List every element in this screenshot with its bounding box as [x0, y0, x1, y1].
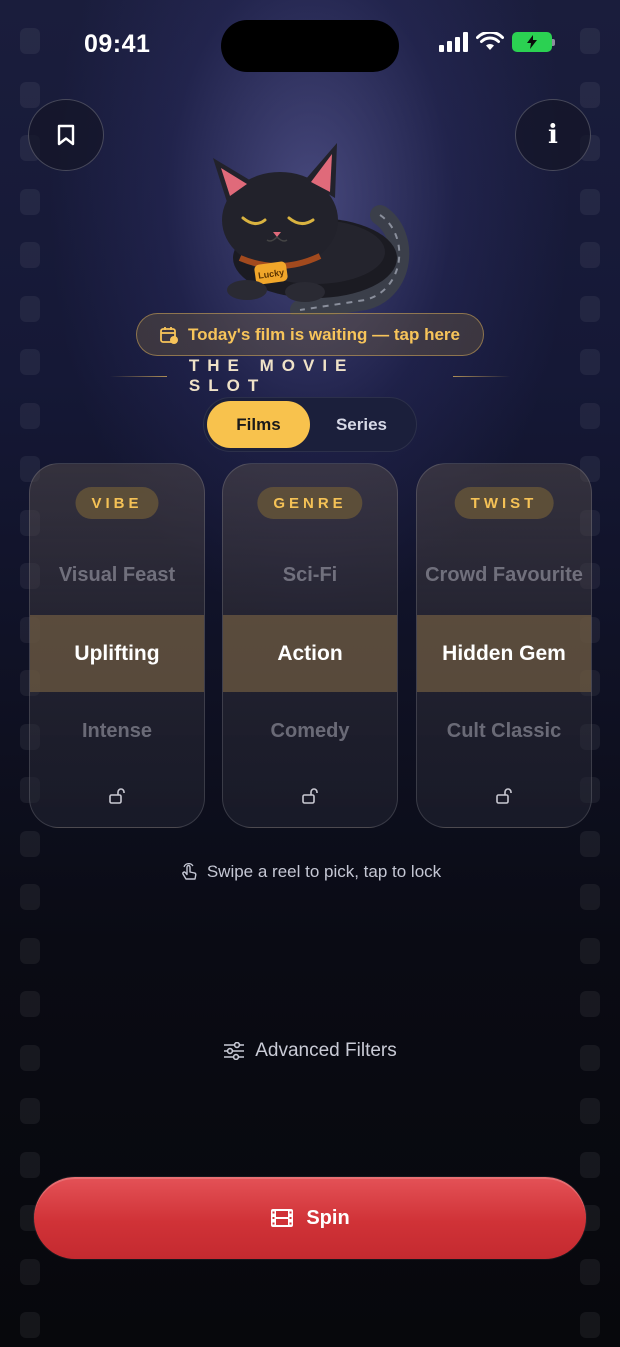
app-screen: 09:41 i Lucky Today's film is waiting — …	[0, 0, 620, 1347]
unlock-icon[interactable]	[108, 787, 126, 805]
sprocket-hole	[580, 402, 600, 429]
title-row: THE MOVIE SLOT	[110, 356, 510, 395]
dynamic-island	[221, 20, 399, 72]
cat-mascot-image: Lucky	[213, 143, 410, 315]
title-divider-left	[110, 375, 167, 377]
sprocket-hole	[580, 991, 600, 1017]
sprocket-hole	[20, 1258, 40, 1285]
film-icon	[271, 1209, 294, 1227]
sprocket-hole	[580, 1151, 600, 1178]
cellular-signal-icon	[439, 32, 468, 52]
sprocket-hole	[580, 1098, 600, 1124]
spin-label: Spin	[306, 1206, 350, 1229]
banner-text: Today's film is waiting — tap here	[188, 324, 460, 344]
info-icon: i	[548, 120, 558, 150]
sprocket-hole	[580, 188, 600, 215]
unlock-icon[interactable]	[301, 787, 319, 805]
sprocket-hole	[20, 937, 40, 964]
tab-films[interactable]: Films	[207, 401, 310, 448]
sprocket-hole	[20, 242, 40, 268]
sprocket-hole	[20, 1098, 40, 1124]
sprocket-hole	[20, 295, 40, 322]
reel-option-above[interactable]: Sci-Fi	[223, 564, 397, 587]
sprocket-hole	[20, 830, 40, 857]
sprocket-hole	[580, 81, 600, 108]
reel-option-selected[interactable]: Uplifting	[30, 615, 204, 692]
reel-option-above[interactable]: Visual Feast	[30, 564, 204, 587]
reel-label: VIBE	[75, 487, 159, 519]
sprocket-hole	[20, 884, 40, 910]
sprocket-hole	[580, 830, 600, 857]
reel-vibe[interactable]: VIBE Visual Feast Uplifting Intense	[29, 463, 205, 828]
sprocket-hole	[20, 28, 40, 54]
daily-film-banner[interactable]: Today's film is waiting — tap here	[136, 313, 484, 356]
tap-gesture-icon	[182, 863, 197, 880]
sprocket-hole	[580, 349, 600, 375]
sprocket-hole	[20, 402, 40, 429]
reel-option-above[interactable]: Crowd Favourite	[417, 564, 591, 587]
tab-series[interactable]: Series	[310, 401, 413, 448]
sprocket-hole	[580, 295, 600, 322]
bookmark-button[interactable]	[28, 99, 104, 171]
spin-button[interactable]: Spin	[34, 1177, 586, 1259]
status-time: 09:41	[84, 30, 151, 58]
reel-label: GENRE	[257, 487, 363, 519]
mode-toggle: Films Series	[203, 397, 417, 452]
reel-option-selected[interactable]: Action	[223, 615, 397, 692]
reel-option-below[interactable]: Intense	[30, 720, 204, 743]
reel-option-below[interactable]: Comedy	[223, 720, 397, 743]
status-icons	[439, 32, 555, 52]
wifi-icon	[476, 32, 504, 50]
title-divider-right	[453, 375, 510, 377]
reel-option-selected[interactable]: Hidden Gem	[417, 615, 591, 692]
sprocket-hole	[580, 884, 600, 910]
page-title: THE MOVIE SLOT	[188, 356, 355, 395]
reel-label: TWIST	[454, 487, 554, 519]
reel-twist[interactable]: TWIST Crowd Favourite Hidden Gem Cult Cl…	[416, 463, 592, 828]
sprocket-hole	[20, 1151, 40, 1178]
sprocket-hole	[580, 242, 600, 268]
advanced-filters-label: Advanced Filters	[255, 1040, 397, 1061]
battery-charging-icon	[512, 32, 555, 52]
advanced-filters-button[interactable]: Advanced Filters	[0, 1040, 620, 1062]
unlock-icon[interactable]	[495, 787, 513, 805]
sprocket-hole	[20, 81, 40, 108]
reel-option-below[interactable]: Cult Classic	[417, 720, 591, 743]
reel-genre[interactable]: GENRE Sci-Fi Action Comedy	[222, 463, 398, 828]
sliders-icon	[224, 1042, 245, 1060]
sprocket-hole	[20, 188, 40, 215]
sprocket-hole	[580, 937, 600, 964]
info-button[interactable]: i	[515, 99, 591, 171]
bookmark-icon	[57, 124, 75, 146]
sprocket-hole	[580, 28, 600, 54]
sprocket-hole	[580, 1312, 600, 1338]
calendar-check-icon	[160, 326, 178, 344]
sprocket-hole	[580, 1258, 600, 1285]
sprocket-hole	[20, 349, 40, 375]
reel-hint: Swipe a reel to pick, tap to lock	[0, 862, 620, 882]
hint-text: Swipe a reel to pick, tap to lock	[206, 862, 442, 881]
sprocket-hole	[20, 1312, 40, 1338]
sprocket-hole	[20, 991, 40, 1017]
